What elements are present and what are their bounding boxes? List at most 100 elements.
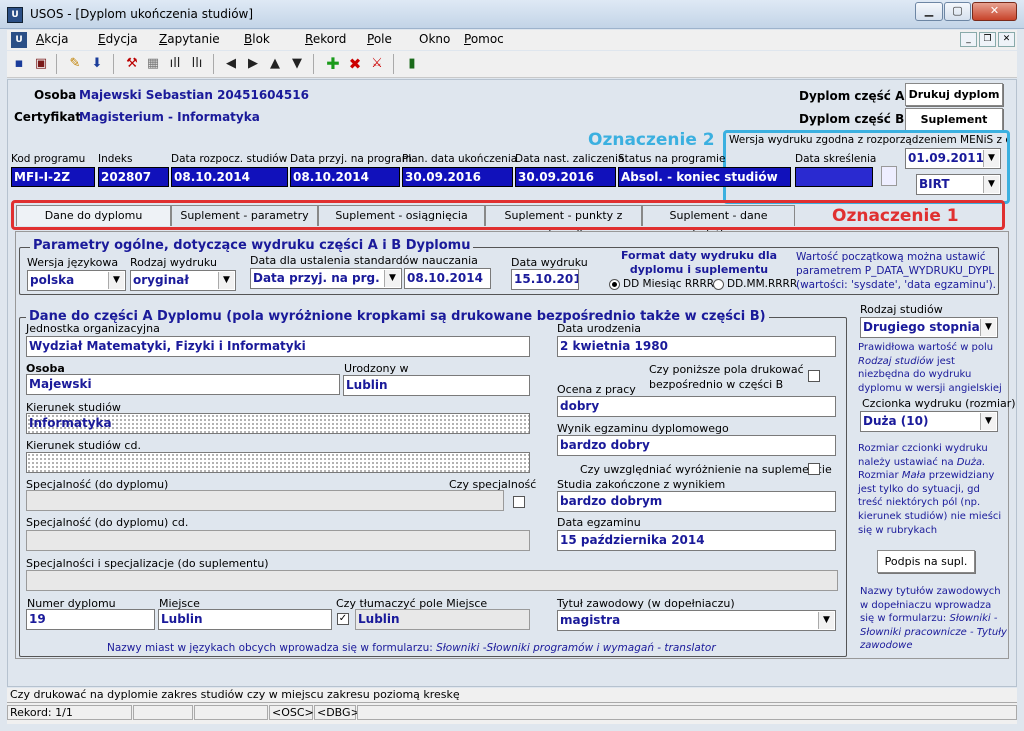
czy-drukowac-checkbox[interactable] (808, 370, 820, 382)
mdi-restore-button[interactable]: ❐ (979, 32, 996, 47)
chevron-down-icon[interactable]: ▼ (983, 176, 999, 193)
chevron-down-icon[interactable]: ▼ (384, 270, 400, 287)
specjalnosc-cd-input[interactable] (26, 530, 530, 551)
form-icon[interactable]: U (11, 32, 27, 48)
menu-pomoc[interactable]: Pomoc (464, 32, 504, 46)
program-value-3[interactable]: 08.10.2014 (290, 167, 400, 187)
ocena-input[interactable]: dobry (557, 396, 836, 417)
tab-0[interactable]: Dane do dyplomu (16, 205, 171, 226)
maximize-button[interactable]: ▢ (944, 2, 971, 21)
rodzaj-wydruku-select[interactable]: oryginał ▼ (130, 270, 236, 291)
down-icon[interactable]: ▼ (287, 54, 307, 74)
numer-dyplomu-input[interactable]: 19 (26, 609, 155, 630)
exit-icon[interactable]: ▮ (402, 54, 422, 74)
tab-4[interactable]: Suplement - dane dodatkowe (642, 205, 795, 241)
toolbar-separator (113, 54, 114, 74)
program-value-2[interactable]: 08.10.2014 (171, 167, 288, 187)
studia-zakonczone-input[interactable]: bardzo dobrym (557, 491, 836, 512)
tab-1[interactable]: Suplement - parametry (171, 205, 318, 226)
tab-3[interactable]: Suplement - punkty z decyzji (485, 205, 642, 241)
next-record-icon[interactable]: ▶ (243, 54, 263, 74)
menu-edycja[interactable]: Edycja (98, 32, 138, 46)
menu-zapytanie[interactable]: Zapytanie (159, 32, 220, 46)
mdi-minimize-button[interactable]: _ (960, 32, 977, 47)
menu-okno[interactable]: Okno (419, 32, 450, 46)
wersja-jezykowa-select[interactable]: polska ▼ (27, 270, 126, 291)
close-button[interactable]: ✕ (972, 2, 1017, 21)
kierunek-cd-input[interactable] (26, 452, 530, 473)
download-icon[interactable]: ⬇ (87, 54, 107, 74)
program-value-6[interactable]: Absol. - koniec studiów (618, 167, 791, 187)
osoba-label: Osoba (34, 88, 77, 102)
query-icon[interactable]: ⚒ (122, 54, 142, 74)
bars2-icon[interactable]: llı (187, 54, 207, 74)
urodzony-input[interactable]: Lublin (343, 375, 530, 396)
miejsce-input[interactable]: Lublin (158, 609, 332, 630)
save-icon[interactable]: ▪ (9, 54, 29, 74)
data-egzaminu-input[interactable]: 15 października 2014 (557, 530, 836, 551)
format-radio-1[interactable] (609, 279, 620, 290)
program-value-5[interactable]: 30.09.2016 (515, 167, 616, 187)
mdi-close-button[interactable]: ✕ (998, 32, 1015, 47)
data-urodzenia-input[interactable]: 2 kwietnia 1980 (557, 336, 836, 357)
rodzaj-studiow-select[interactable]: Drugiego stopnia ▼ (860, 317, 998, 338)
first-record-icon[interactable]: ◀ (221, 54, 241, 74)
chevron-down-icon[interactable]: ▼ (818, 612, 834, 629)
czcionka-select[interactable]: Duża (10) ▼ (860, 411, 998, 432)
program-label-2: Data rozpocz. studiów (171, 153, 288, 165)
bars-icon[interactable]: ıll (165, 54, 185, 74)
wersja-jezykowa-label: Wersja językowa (27, 256, 119, 269)
clear-icon[interactable]: ⚔ (367, 54, 387, 74)
suplement-button[interactable]: Suplement (905, 108, 1003, 131)
wynik-input[interactable]: bardzo dobry (557, 435, 836, 456)
record-scrollbar[interactable] (881, 166, 897, 186)
up-icon[interactable]: ▲ (265, 54, 285, 74)
chevron-down-icon[interactable]: ▼ (218, 272, 234, 289)
tytul-select[interactable]: magistra ▼ (557, 610, 836, 631)
chevron-down-icon[interactable]: ▼ (108, 272, 124, 289)
kierunek-input[interactable]: Informatyka (26, 413, 530, 434)
program-label-7: Data skreślenia (795, 153, 877, 165)
tlumaczyc-checkbox[interactable]: ✓ (337, 613, 349, 625)
tab-2[interactable]: Suplement - osiągnięcia (318, 205, 485, 226)
osoba-field-input[interactable]: Majewski (26, 374, 340, 395)
wersja-date-select[interactable]: 01.09.2011 ▼ (905, 148, 1001, 169)
window-title: USOS - [Dyplom ukończenia studiów] (30, 7, 254, 21)
chevron-down-icon[interactable]: ▼ (983, 150, 999, 167)
program-value-4[interactable]: 30.09.2016 (402, 167, 513, 187)
spec-suplement-input[interactable] (26, 570, 838, 591)
data-standardow-value[interactable]: 08.10.2014 (404, 268, 491, 289)
menu-akcja[interactable]: Akcja (36, 32, 68, 46)
delete-record-icon[interactable]: ✖ (345, 54, 365, 74)
menu-pole[interactable]: Pole (367, 32, 392, 46)
program-value-7[interactable] (795, 167, 873, 187)
spec-suplement-label: Specjalności i specjalizacje (do supleme… (26, 557, 269, 570)
minimize-button[interactable]: ▁ (915, 2, 943, 21)
query-run-icon[interactable]: ▦ (143, 54, 163, 74)
chevron-down-icon[interactable]: ▼ (980, 319, 996, 336)
program-value-0[interactable]: MFI-I-2Z (11, 167, 95, 187)
format-radio-2[interactable] (713, 279, 724, 290)
wyroznienie-checkbox[interactable] (808, 463, 820, 475)
czcionka-info: Rozmiar czcionki wydruku należy ustawiać… (858, 443, 1002, 536)
data-standardow-select[interactable]: Data przyj. na prg. ▼ (250, 268, 402, 289)
menu-rekord[interactable]: Rekord (305, 32, 346, 46)
edit-icon[interactable]: ✎ (65, 54, 85, 74)
insert-record-icon[interactable]: ✚ (323, 54, 343, 74)
program-value-1[interactable]: 202807 (98, 167, 169, 187)
drukuj-dyplom-button[interactable]: Drukuj dyplom (905, 83, 1003, 106)
chevron-down-icon[interactable]: ▼ (980, 413, 996, 430)
program-label-0: Kod programu (11, 153, 86, 165)
data-egzaminu-label: Data egzaminu (557, 516, 641, 529)
jednostka-input[interactable]: Wydział Matematyki, Fizyki i Informatyki (26, 336, 530, 357)
usos-app-icon[interactable]: U (7, 7, 23, 23)
data-wydruku-input[interactable]: 15.10.2014 (511, 269, 579, 290)
wersja-engine-select[interactable]: BIRT ▼ (916, 174, 1001, 195)
data-wydruku-label: Data wydruku (511, 256, 588, 269)
czy-specjalnosc-checkbox[interactable] (513, 496, 525, 508)
menu-blok[interactable]: Blok (244, 32, 270, 46)
rodzaj-studiow-label: Rodzaj studiów (860, 303, 943, 316)
print-icon[interactable]: ▣ (31, 54, 51, 74)
specjalnosc-input[interactable] (26, 490, 504, 511)
podpis-na-supl-button[interactable]: Podpis na supl. (877, 550, 975, 573)
